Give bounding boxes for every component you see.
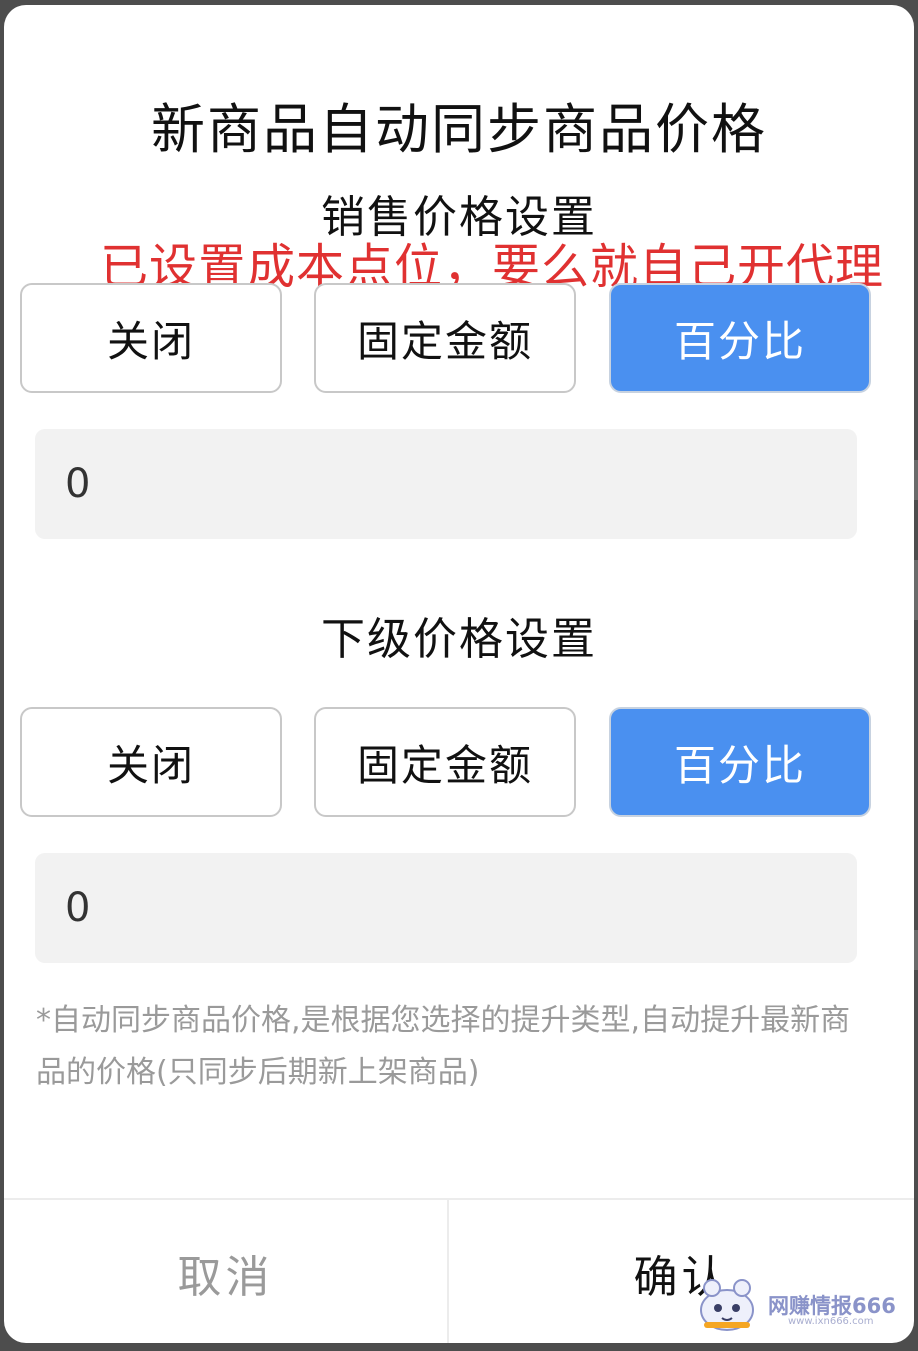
sale-price-options: 关闭 固定金额 百分比 xyxy=(20,283,872,395)
cancel-button[interactable]: 取消 xyxy=(4,1200,447,1343)
sub-price-value-input[interactable] xyxy=(35,853,857,963)
help-note: *自动同步商品价格,是根据您选择的提升类型,自动提升最新商品的价格(只同步后期新… xyxy=(36,1003,851,1090)
sub-option-percentage-button[interactable]: 百分比 xyxy=(609,707,871,817)
watermark-subtext: www.ixn666.com xyxy=(788,1316,874,1327)
sale-option-percentage-button[interactable]: 百分比 xyxy=(609,283,871,393)
dialog-title: 新商品自动同步商品价格 xyxy=(151,98,767,161)
sale-option-close-button[interactable]: 关闭 xyxy=(20,283,282,393)
sub-option-fixed-amount-button[interactable]: 固定金额 xyxy=(314,707,576,817)
sub-option-close-button[interactable]: 关闭 xyxy=(20,707,282,817)
sale-option-fixed-amount-button[interactable]: 固定金额 xyxy=(314,283,576,393)
sale-price-value-input[interactable] xyxy=(35,429,857,539)
sub-price-options: 关闭 固定金额 百分比 xyxy=(20,707,872,819)
mascot-logo-icon xyxy=(700,1279,754,1331)
sub-price-heading: 下级价格设置 xyxy=(321,614,597,665)
watermark: 网赚情报666 www.ixn666.com xyxy=(696,1272,896,1334)
price-sync-dialog: 新商品自动同步商品价格 销售价格设置 已设置成本点位，要么就自己开代理 关闭 固… xyxy=(4,5,914,1343)
